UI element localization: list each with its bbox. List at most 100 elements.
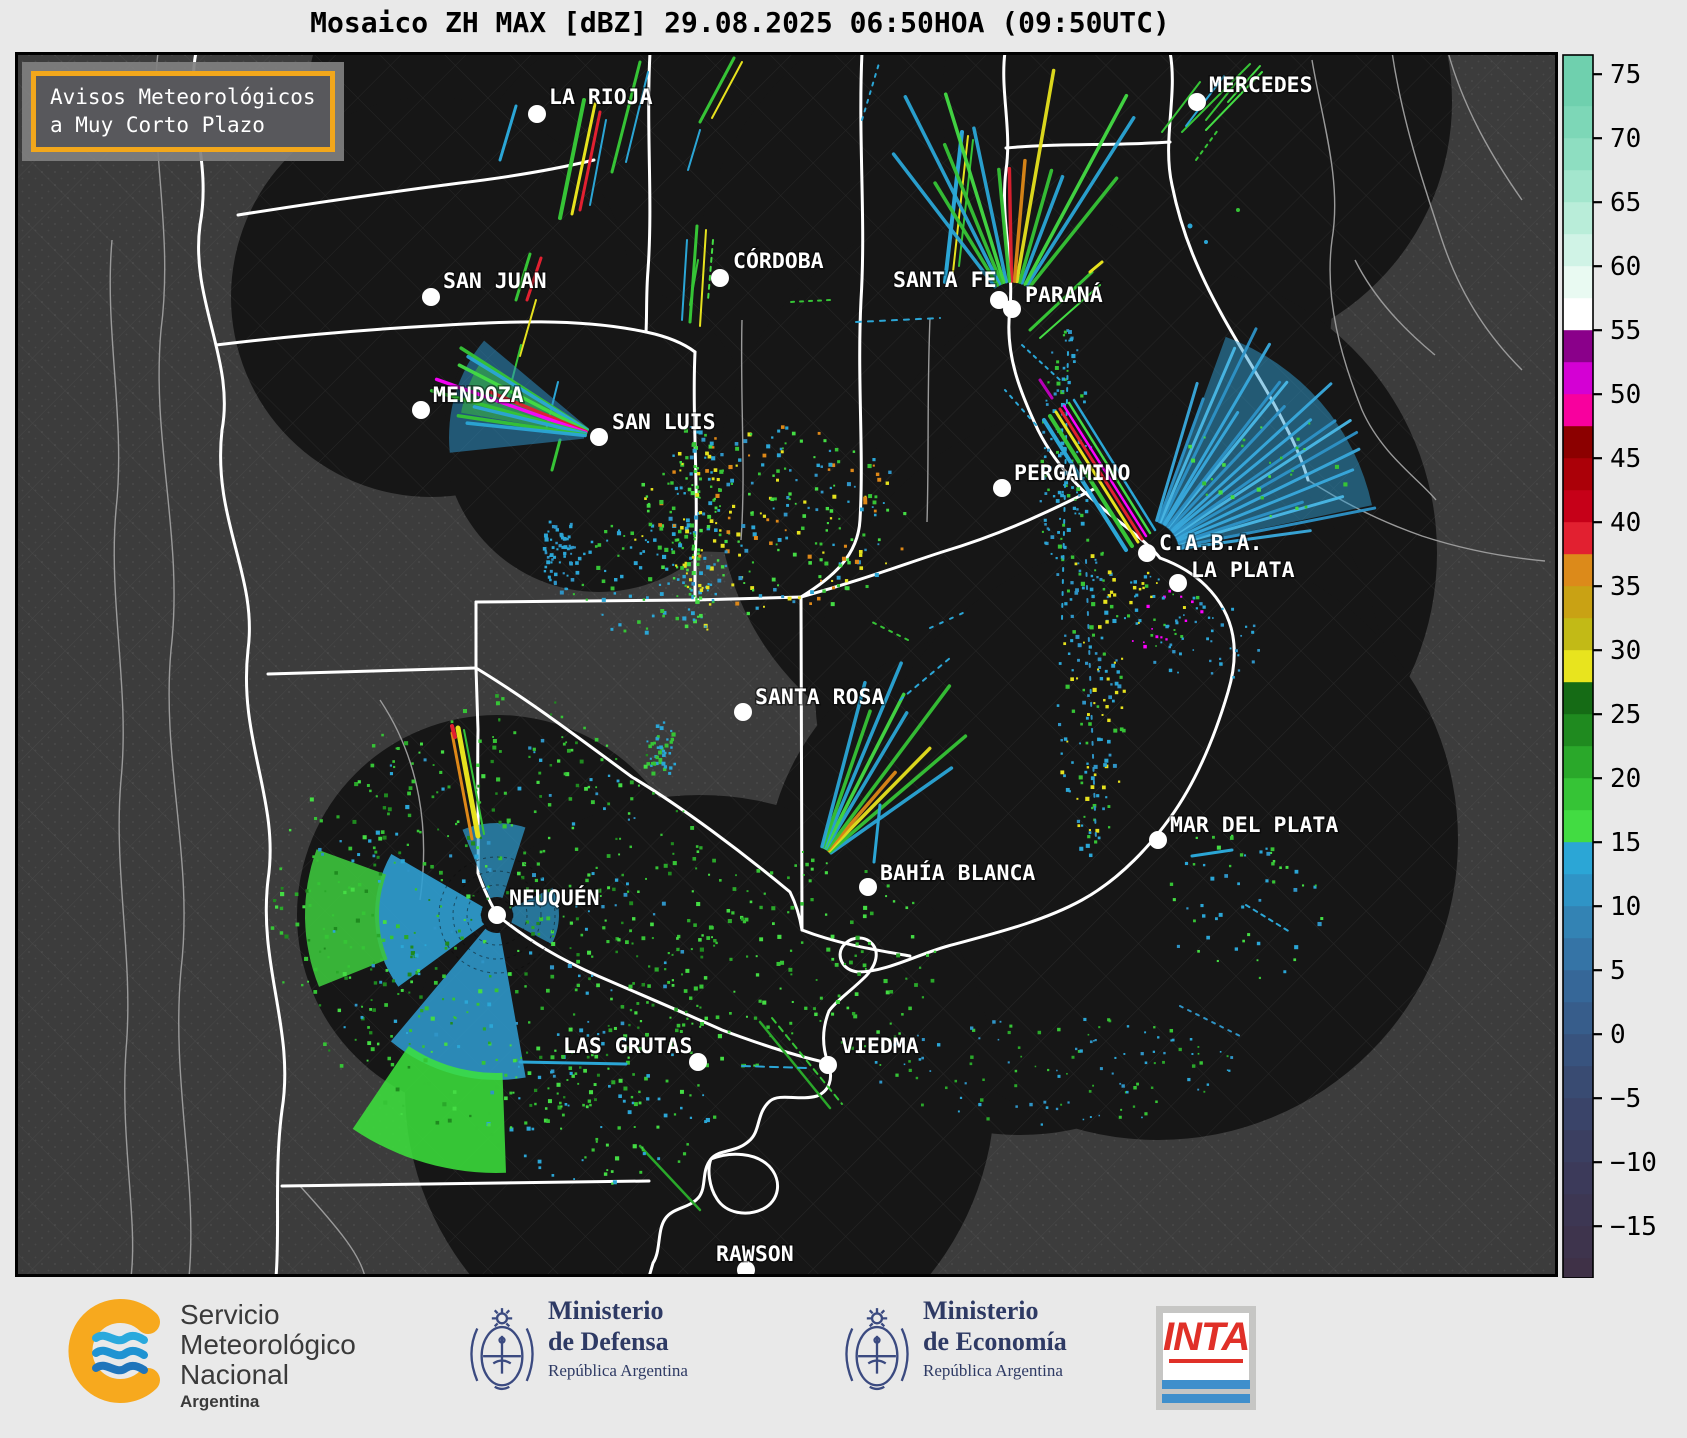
- colorbar-tick-label: 75: [1610, 60, 1641, 90]
- colorbar-segment: [1563, 1258, 1593, 1278]
- city-label-las-grutas: LAS GRUTAS: [563, 1034, 692, 1059]
- colorbar-tick-label: 70: [1610, 124, 1641, 154]
- city-label-san-juan: SAN JUAN: [443, 269, 547, 294]
- colorbar-segment: [1563, 554, 1593, 587]
- colorbar-tick-label: 5: [1610, 956, 1626, 986]
- colorbar-tick-label: 15: [1610, 828, 1641, 858]
- inta-blue-bar-2: [1162, 1380, 1250, 1389]
- colorbar-segment: [1563, 618, 1593, 651]
- smn-name-line2: Meteorológico: [180, 1330, 356, 1360]
- city-dot-mendoza: [412, 401, 430, 419]
- defensa-crest-icon: [470, 1286, 534, 1406]
- colorbar-tick-label: 55: [1610, 316, 1641, 346]
- colorbar-tick-label: 20: [1610, 764, 1641, 794]
- city-dot-bah-a-blanca: [859, 878, 877, 896]
- economia-crest-icon: [845, 1286, 909, 1406]
- colorbar-segment: [1563, 906, 1593, 939]
- colorbar-segment: [1563, 330, 1593, 363]
- footer: Servicio Meteorológico Nacional Argentin…: [0, 1278, 1687, 1438]
- colorbar-tick-label: 0: [1610, 1020, 1626, 1050]
- warning-badge-frame: Avisos Meteorológicos a Muy Corto Plazo: [31, 71, 335, 152]
- city-dot-san-juan: [422, 288, 440, 306]
- city-dot-la-plata: [1169, 574, 1187, 592]
- colorbar-segment: [1563, 55, 1593, 75]
- colorbar-segment: [1563, 394, 1593, 427]
- colorbar-tick-label: −10: [1610, 1148, 1657, 1178]
- colorbar-segment: [1563, 1162, 1593, 1195]
- city-label-san-luis: SAN LUIS: [612, 410, 716, 435]
- colorbar-tick-label: 25: [1610, 700, 1641, 730]
- city-label-c-a-b-a: C.A.B.A.: [1159, 531, 1263, 556]
- colorbar-tick-label: 40: [1610, 508, 1641, 538]
- city-label-neuqu-n: NEUQUÉN: [509, 885, 600, 911]
- city-label-rawson: RAWSON: [716, 1242, 794, 1267]
- colorbar-segment: [1563, 74, 1593, 107]
- colorbar-segment: [1563, 1194, 1593, 1227]
- colorbar-segment: [1563, 842, 1593, 875]
- smn-name-line3: Nacional: [180, 1360, 356, 1390]
- colorbar-tick-label: 10: [1610, 892, 1641, 922]
- defensa-sub: República Argentina: [548, 1361, 688, 1381]
- inta-red-underline: [1169, 1359, 1243, 1363]
- colorbar-segment: [1563, 938, 1593, 971]
- city-dot-santa-rosa: [734, 703, 752, 721]
- reflectivity-colorbar: 757065605550454035302520151050−5−10−15: [1467, 0, 1687, 1438]
- colorbar-segment: [1563, 746, 1593, 779]
- inta-blue-bar-1: [1162, 1394, 1250, 1403]
- inta-logo: INTA: [1156, 1306, 1256, 1410]
- colorbar-tick-label: −5: [1610, 1084, 1641, 1114]
- city-dot-neuqu-n: [488, 906, 506, 924]
- economia-text: Ministerio de Economía República Argenti…: [923, 1296, 1067, 1381]
- defensa-line1: Ministerio: [548, 1296, 688, 1327]
- colorbar-segment: [1563, 650, 1593, 683]
- colorbar-segment: [1563, 170, 1593, 203]
- radar-product-page: Mosaico ZH MAX [dBZ] 29.08.2025 06:50HOA…: [0, 0, 1687, 1438]
- city-label-c-rdoba: CÓRDOBA: [733, 248, 824, 274]
- colorbar-segment: [1563, 1130, 1593, 1163]
- defensa-line2: de Defensa: [548, 1327, 688, 1358]
- city-label-la-rioja: LA RIOJA: [549, 85, 653, 110]
- colorbar-segment: [1563, 522, 1593, 555]
- colorbar-segment: [1563, 714, 1593, 747]
- colorbar-tick-label: 50: [1610, 380, 1641, 410]
- colorbar-segment: [1563, 778, 1593, 811]
- city-label-paran: PARANÁ: [1025, 282, 1103, 308]
- city-dot-viedma: [819, 1056, 837, 1074]
- city-dot-la-rioja: [528, 105, 546, 123]
- city-label-pergamino: PERGAMINO: [1014, 461, 1131, 486]
- colorbar-tick-label: 65: [1610, 188, 1641, 218]
- colorbar-segment: [1563, 426, 1593, 459]
- colorbar-segment: [1563, 1066, 1593, 1099]
- city-dot-pergamino: [993, 479, 1011, 497]
- colorbar-segment: [1563, 106, 1593, 139]
- city-dot-mar-del-plata: [1149, 831, 1167, 849]
- colorbar-segment: [1563, 1098, 1593, 1131]
- city-label-santa-rosa: SANTA ROSA: [755, 685, 884, 710]
- colorbar-segment: [1563, 266, 1593, 299]
- city-label-mendoza: MENDOZA: [433, 383, 524, 408]
- warning-badge-line1: Avisos Meteorológicos: [50, 83, 316, 111]
- city-label-bah-a-blanca: BAHÍA BLANCA: [880, 860, 1035, 886]
- city-dot-san-luis: [590, 428, 608, 446]
- economia-line2: de Economía: [923, 1327, 1067, 1358]
- page-title: Mosaico ZH MAX [dBZ] 29.08.2025 06:50HOA…: [0, 6, 1480, 39]
- radar-map: LA RIOJAMERCEDESSAN JUANCÓRDOBASANTA FEP…: [15, 52, 1558, 1277]
- smn-name-line1: Servicio: [180, 1300, 356, 1330]
- defensa-text: Ministerio de Defensa República Argentin…: [548, 1296, 688, 1381]
- colorbar-segment: [1563, 970, 1593, 1003]
- city-label-mercedes: MERCEDES: [1209, 73, 1313, 98]
- colorbar-segment: [1563, 1034, 1593, 1067]
- warning-badge-line2: a Muy Corto Plazo: [50, 111, 316, 139]
- city-dot-c-rdoba: [711, 269, 729, 287]
- warning-badge: Avisos Meteorológicos a Muy Corto Plazo: [22, 62, 344, 161]
- economia-line1: Ministerio: [923, 1296, 1067, 1327]
- colorbar-segment: [1563, 458, 1593, 491]
- inta-logo-inner: INTA: [1163, 1313, 1249, 1389]
- colorbar-segment: [1563, 234, 1593, 267]
- colorbar-segment: [1563, 298, 1593, 331]
- smn-logo-text: Servicio Meteorológico Nacional Argentin…: [180, 1300, 356, 1411]
- colorbar-segment: [1563, 586, 1593, 619]
- colorbar-tick-label: −15: [1610, 1212, 1657, 1242]
- city-label-la-plata: LA PLATA: [1191, 558, 1295, 583]
- colorbar-tick-label: 30: [1610, 636, 1641, 666]
